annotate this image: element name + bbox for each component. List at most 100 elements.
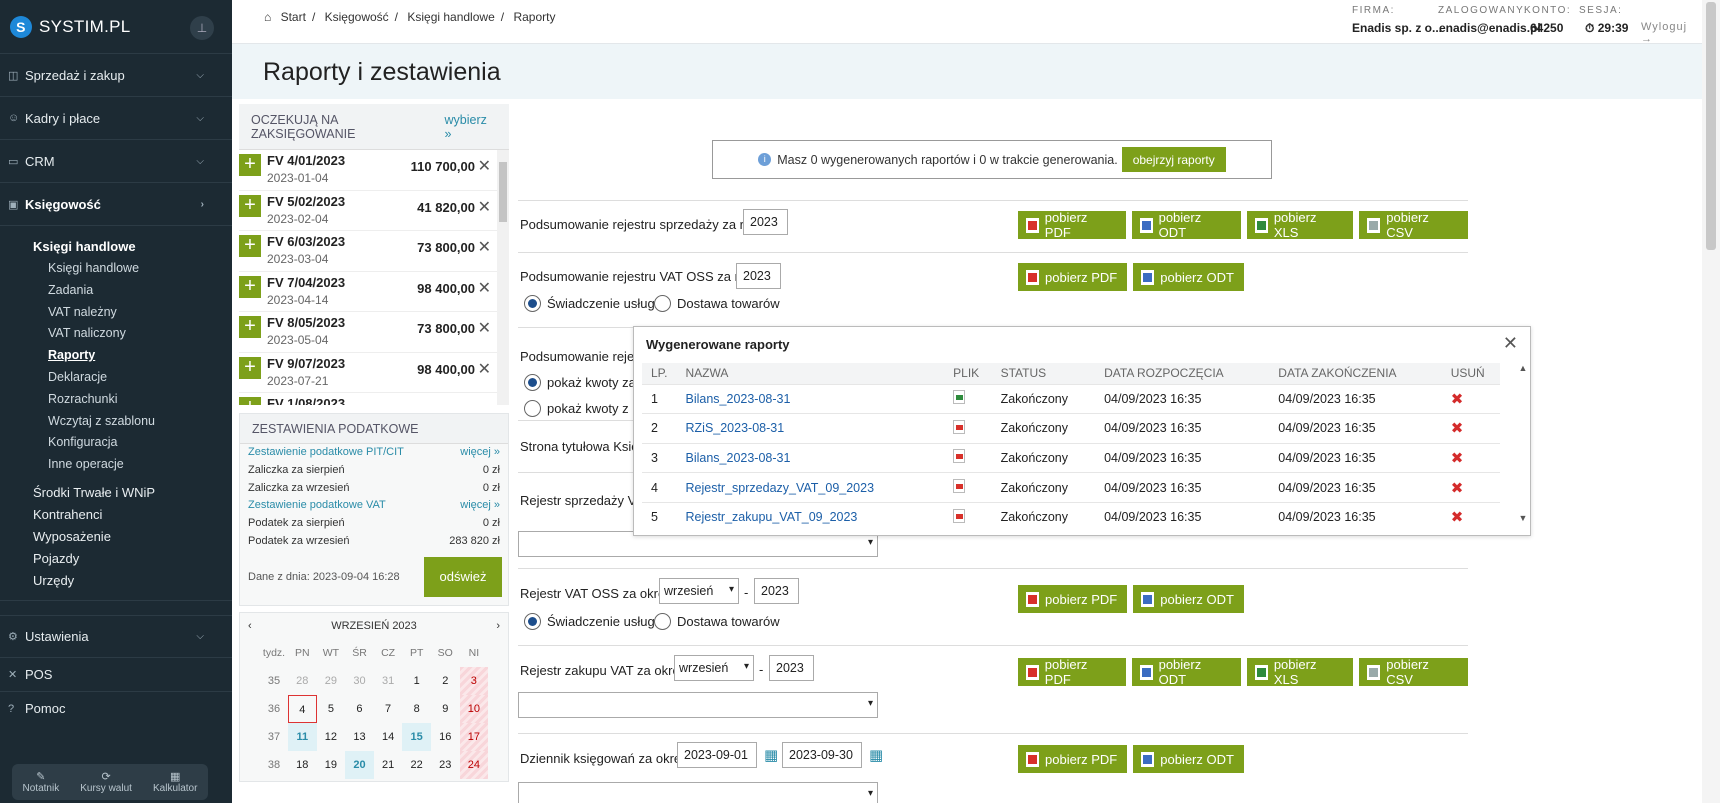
next-month-icon[interactable]: › bbox=[496, 620, 500, 632]
sidebar-section[interactable]: Wyposażenie bbox=[0, 526, 232, 548]
sidebar-subitem-raporty[interactable]: Raporty bbox=[0, 345, 232, 367]
sidebar-subitem[interactable]: Księgi handlowe bbox=[0, 258, 232, 280]
tax-vat-link[interactable]: Zestawienie podatkowe VAT bbox=[248, 497, 386, 515]
report-name-link[interactable]: Bilans_2023-08-31 bbox=[686, 392, 791, 406]
sidebar-subitem[interactable]: Wczytaj z szablonu bbox=[0, 411, 232, 433]
breadcrumb-item[interactable]: Księgi handlowe bbox=[407, 10, 494, 24]
view-reports-button[interactable]: obejrzyj raporty bbox=[1121, 147, 1226, 172]
sidebar-item-ksiegowosc[interactable]: ▣ Księgowość › bbox=[0, 183, 232, 226]
oss-summary-year-input[interactable]: 2023 bbox=[736, 263, 781, 289]
delete-icon[interactable]: ✖ bbox=[1451, 420, 1464, 437]
scroll-up-icon[interactable]: ▲ bbox=[1516, 363, 1530, 373]
breadcrumb-item[interactable]: Start bbox=[281, 10, 306, 24]
tax-vat-more[interactable]: więcej » bbox=[460, 497, 500, 515]
add-icon[interactable]: + bbox=[239, 154, 261, 176]
pdf-file-icon[interactable] bbox=[953, 419, 966, 434]
purchase-register-year-input[interactable]: 2023 bbox=[769, 655, 814, 681]
journal-from-input[interactable]: 2023-09-01 bbox=[677, 742, 757, 768]
sidebar-item-kadry[interactable]: ☺ Kadry i płace ⌵ bbox=[0, 97, 232, 140]
oss-register-year-input[interactable]: 2023 bbox=[754, 578, 799, 604]
oss-register-radio-goods[interactable]: Dostawa towarów bbox=[654, 613, 780, 630]
calendar-day[interactable]: 17 bbox=[459, 722, 489, 751]
sidebar-subitem[interactable]: VAT naliczony bbox=[0, 323, 232, 345]
calendar-day[interactable]: 11 bbox=[288, 722, 317, 751]
tool-kursy[interactable]: ⟳ Kursy walut bbox=[80, 770, 132, 794]
breadcrumb-item[interactable]: Księgowość bbox=[325, 10, 389, 24]
download-pdf-button[interactable]: pobierz PDF bbox=[1018, 657, 1126, 687]
pdf-file-icon[interactable] bbox=[953, 508, 966, 523]
close-icon[interactable]: ✕ bbox=[478, 359, 491, 379]
delete-icon[interactable]: ✖ bbox=[1451, 480, 1464, 497]
calendar-day[interactable]: 13 bbox=[345, 723, 374, 751]
add-icon[interactable]: + bbox=[239, 235, 261, 257]
calendar-day[interactable]: 18 bbox=[288, 751, 317, 779]
sidebar-item-pos[interactable]: ✕ POS bbox=[0, 658, 232, 692]
sidebar-subitem[interactable]: Konfiguracja bbox=[0, 432, 232, 454]
summary3-radio-2[interactable]: pokaż kwoty z u bbox=[524, 400, 640, 417]
pending-select-link[interactable]: wybierz » bbox=[445, 113, 497, 141]
calendar-day[interactable]: 6 bbox=[345, 695, 374, 723]
pdf-file-icon[interactable] bbox=[953, 449, 966, 464]
sidebar-item-crm[interactable]: ▭ CRM ⌵ bbox=[0, 140, 232, 183]
download-xls-button[interactable]: pobierz XLS bbox=[1247, 657, 1354, 687]
sidebar-section[interactable]: Urzędy bbox=[0, 570, 232, 592]
pending-invoice-row[interactable]: + FV 7/04/2023 2023-04-14 98 400,00 ✕ bbox=[239, 272, 509, 312]
add-icon[interactable]: + bbox=[239, 275, 261, 298]
purchase-register-month-select[interactable]: wrzesień bbox=[674, 655, 754, 681]
calendar-day[interactable]: 16 bbox=[431, 723, 460, 751]
tool-kalkulator[interactable]: ▦ Kalkulator bbox=[153, 770, 197, 794]
close-icon[interactable]: ✕ bbox=[478, 318, 491, 338]
pending-scrollbar-thumb[interactable] bbox=[499, 162, 507, 222]
home-icon[interactable]: ⌂ bbox=[264, 10, 271, 24]
calendar-day[interactable]: 14 bbox=[374, 723, 403, 751]
sidebar-item-pomoc[interactable]: ? Pomoc bbox=[0, 692, 232, 726]
calendar-day[interactable]: 3 bbox=[459, 666, 489, 695]
download-xls-button[interactable]: pobierz XLS bbox=[1247, 210, 1354, 240]
pin-icon[interactable]: ⊥ bbox=[190, 16, 214, 40]
close-icon[interactable]: ✕ bbox=[478, 278, 491, 298]
summary3-radio-1[interactable]: pokaż kwoty za bbox=[524, 374, 636, 391]
oss-summary-radio-services[interactable]: Świadczenie usług bbox=[524, 295, 655, 312]
download-csv-button[interactable]: pobierz CSV bbox=[1359, 210, 1468, 240]
delete-icon[interactable]: ✖ bbox=[1451, 450, 1464, 467]
pending-scrollbar[interactable] bbox=[497, 150, 509, 405]
download-csv-button[interactable]: pobierz CSV bbox=[1359, 657, 1468, 687]
tax-pit-link[interactable]: Zestawienie podatkowe PIT/CIT bbox=[248, 444, 404, 462]
calendar-day[interactable]: 12 bbox=[317, 723, 346, 751]
calendar-day[interactable]: 9 bbox=[431, 695, 460, 723]
oss-summary-radio-goods[interactable]: Dostawa towarów bbox=[654, 295, 780, 312]
sidebar-section[interactable]: Pojazdy bbox=[0, 548, 232, 570]
tool-notatnik[interactable]: ✎ Notatnik bbox=[23, 770, 60, 794]
delete-icon[interactable]: ✖ bbox=[1451, 509, 1464, 526]
calendar-day[interactable]: 29 bbox=[317, 667, 346, 695]
report-name-link[interactable]: RZiS_2023-08-31 bbox=[686, 421, 785, 435]
sidebar-section[interactable]: Środki Trwałe i WNiP bbox=[0, 482, 232, 504]
download-odt-button[interactable]: pobierz ODT bbox=[1131, 210, 1242, 240]
download-pdf-button[interactable]: pobierz PDF bbox=[1018, 745, 1128, 773]
calendar-day[interactable]: 30 bbox=[345, 667, 374, 695]
sidebar-subitem[interactable]: Deklaracje bbox=[0, 367, 232, 389]
sidebar-item-sprzedaz[interactable]: ◫ Sprzedaż i zakup ⌵ bbox=[0, 54, 232, 97]
calendar-icon[interactable]: ▦ bbox=[764, 746, 778, 764]
download-odt-button[interactable]: pobierz ODT bbox=[1133, 263, 1244, 291]
sidebar-section[interactable]: Kontrahenci bbox=[0, 504, 232, 526]
calendar-day[interactable]: 23 bbox=[431, 751, 460, 779]
dialog-scrollbar[interactable]: ▲ ▼ bbox=[1516, 363, 1530, 535]
calendar-day[interactable]: 4 bbox=[288, 694, 317, 723]
calendar-day[interactable]: 8 bbox=[402, 695, 431, 723]
sales-summary-year-input[interactable]: 2023 bbox=[743, 209, 788, 235]
oss-register-radio-services[interactable]: Świadczenie usług bbox=[524, 613, 655, 630]
tax-pit-more[interactable]: więcej » bbox=[460, 444, 500, 462]
calendar-day[interactable]: 7 bbox=[374, 695, 403, 723]
calendar-day[interactable]: 21 bbox=[374, 751, 403, 779]
calendar-day[interactable]: 5 bbox=[317, 695, 346, 723]
report-name-link[interactable]: Bilans_2023-08-31 bbox=[686, 451, 791, 465]
sidebar-section-ksiegi[interactable]: Księgi handlowe bbox=[0, 236, 232, 258]
calendar-day[interactable]: 19 bbox=[317, 751, 346, 779]
calendar-day[interactable]: 22 bbox=[402, 751, 431, 779]
journal-to-input[interactable]: 2023-09-30 bbox=[782, 742, 862, 768]
page-scrollbar-thumb[interactable] bbox=[1706, 2, 1716, 250]
scroll-down-icon[interactable]: ▼ bbox=[1516, 513, 1530, 523]
pending-invoice-row[interactable]: + FV 8/05/2023 2023-05-04 73 800,00 ✕ bbox=[239, 312, 509, 353]
sidebar-subitem[interactable]: Rozrachunki bbox=[0, 389, 232, 411]
